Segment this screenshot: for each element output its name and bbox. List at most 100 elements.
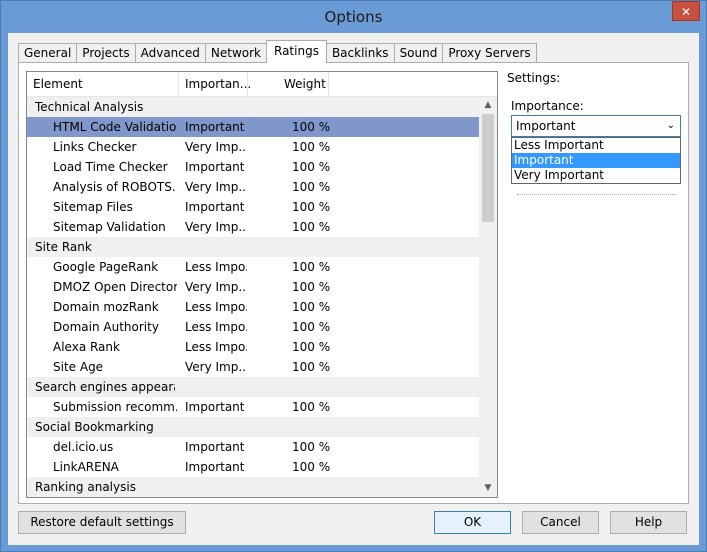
- cell-element: Analysis of ROBOTS....: [53, 180, 177, 194]
- cell-weight: 100 %: [292, 300, 331, 314]
- cell-importance: Less Impo...: [185, 260, 247, 274]
- cell-element: HTML Code Validation: [53, 120, 177, 134]
- cell-weight: 100 %: [292, 140, 331, 154]
- title-bar[interactable]: Options ✕: [1, 1, 706, 33]
- column-header-importance[interactable]: Importan...: [179, 72, 251, 97]
- weight-slider-ticks: [517, 191, 675, 195]
- table-row[interactable]: Sitemap Validation Very Imp... 100 %: [27, 217, 479, 237]
- ratings-table[interactable]: Element Importan... Weight Technical Ana…: [26, 71, 498, 498]
- tab-advanced[interactable]: Advanced: [134, 43, 206, 63]
- table-row[interactable]: del.icio.us Important 100 %: [27, 437, 479, 457]
- table-row[interactable]: Load Time Checker Important 100 %: [27, 157, 479, 177]
- cell-element: Google PageRank: [53, 260, 159, 274]
- table-row[interactable]: Analysis of ROBOTS.... Very Imp... 100 %: [27, 177, 479, 197]
- cell-element: Domain Authority: [53, 320, 159, 334]
- column-header-element[interactable]: Element: [27, 72, 179, 97]
- table-row[interactable]: Domain mozRank Less Impo... 100 %: [27, 297, 479, 317]
- cell-weight: 100 %: [292, 120, 331, 134]
- cell-weight: 100 %: [292, 200, 331, 214]
- tab-strip: General Projects Advanced Network Ratings Bac…: [18, 40, 537, 63]
- cell-element: Technical Analysis: [35, 100, 144, 114]
- table-row[interactable]: Google PageRank Less Impo... 100 %: [27, 257, 479, 277]
- restore-default-settings-button[interactable]: Restore default settings: [18, 511, 186, 534]
- cell-element: Load Time Checker: [53, 160, 168, 174]
- scroll-thumb[interactable]: [482, 114, 494, 222]
- importance-dropdown-list: Less Important Important Very Important: [511, 137, 681, 184]
- help-button[interactable]: Help: [610, 511, 687, 534]
- table-header: Element Importan... Weight: [27, 72, 497, 97]
- cell-weight: 100 %: [292, 340, 331, 354]
- table-row[interactable]: Links Checker Very Imp... 100 %: [27, 137, 479, 157]
- table-row[interactable]: Alexa Rank Less Impo... 100 %: [27, 337, 479, 357]
- scroll-up-icon[interactable]: ▲: [479, 97, 497, 114]
- table-group-row[interactable]: Ranking analysis: [27, 477, 479, 497]
- cell-weight: 100 %: [292, 220, 331, 234]
- table-row[interactable]: HTML Code Validation Important 100 %: [27, 117, 479, 137]
- cell-importance: Important: [185, 160, 245, 174]
- table-row[interactable]: LinkARENA Important 100 %: [27, 457, 479, 477]
- tab-proxy-servers[interactable]: Proxy Servers: [442, 43, 537, 63]
- scroll-down-icon[interactable]: ▼: [479, 480, 497, 497]
- cancel-button[interactable]: Cancel: [522, 511, 599, 534]
- importance-option[interactable]: Very Important: [512, 168, 680, 183]
- cell-importance: Very Imp...: [185, 180, 247, 194]
- cell-importance: Important: [185, 440, 245, 454]
- tab-backlinks[interactable]: Backlinks: [325, 43, 395, 63]
- table-group-row[interactable]: Technical Analysis: [27, 97, 479, 117]
- table-group-row[interactable]: Search engines appeara...: [27, 377, 479, 397]
- cell-weight: 100 %: [292, 320, 331, 334]
- table-group-row[interactable]: Social Bookmarking: [27, 417, 479, 437]
- table-rows: Technical Analysis HTML Code Validation Im…: [27, 97, 479, 497]
- table-row[interactable]: Domain Authority Less Impo... 100 %: [27, 317, 479, 337]
- cell-importance: Less Impo...: [185, 340, 247, 354]
- importance-option[interactable]: Less Important: [512, 138, 680, 153]
- tab-sound[interactable]: Sound: [393, 43, 444, 63]
- cell-element: Links Checker: [53, 140, 137, 154]
- tab-ratings[interactable]: Ratings: [266, 40, 327, 63]
- ok-button[interactable]: OK: [434, 511, 511, 534]
- table-group-row[interactable]: Site Rank: [27, 237, 479, 257]
- cell-element: Domain mozRank: [53, 300, 159, 314]
- vertical-scrollbar[interactable]: ▲ ▼: [479, 97, 497, 497]
- window-title: Options: [324, 8, 383, 26]
- close-icon[interactable]: ✕: [672, 1, 700, 21]
- cell-weight: 100 %: [292, 360, 331, 374]
- cell-element: Sitemap Validation: [53, 220, 166, 234]
- table-row[interactable]: DMOZ Open Directory Very Imp... 100 %: [27, 277, 479, 297]
- cell-weight: 100 %: [292, 160, 331, 174]
- cell-importance: Important: [185, 460, 245, 474]
- cell-weight: 100 %: [292, 180, 331, 194]
- cell-weight: 100 %: [292, 280, 331, 294]
- cell-element: Search engines appeara...: [35, 380, 175, 394]
- cell-importance: Very Imp...: [185, 280, 247, 294]
- cell-weight: 100 %: [292, 460, 331, 474]
- cell-weight: 100 %: [292, 260, 331, 274]
- cell-importance: Less Impo...: [185, 300, 247, 314]
- cell-importance: Very Imp...: [185, 360, 247, 374]
- importance-select[interactable]: Important ⌄: [511, 115, 681, 137]
- options-window: Options ✕ General Projects Advanced Network…: [0, 0, 707, 552]
- cell-element: Site Rank: [35, 240, 92, 254]
- cell-importance: Important: [185, 120, 245, 134]
- tab-projects[interactable]: Projects: [76, 43, 136, 63]
- ratings-panel: Element Importan... Weight Technical Ana…: [18, 62, 689, 504]
- cell-importance: Very Imp...: [185, 140, 247, 154]
- table-row[interactable]: Site Age Very Imp... 100 %: [27, 357, 479, 377]
- cell-element: Social Bookmarking: [35, 420, 154, 434]
- cell-importance: Important: [185, 200, 245, 214]
- tab-general[interactable]: General: [18, 43, 78, 63]
- cell-element: Submission recomm...: [53, 400, 177, 414]
- table-row[interactable]: Sitemap Files Important 100 %: [27, 197, 479, 217]
- dialog-client-area: General Projects Advanced Network Ratings Bac…: [8, 33, 699, 545]
- cell-element: del.icio.us: [53, 440, 114, 454]
- column-header-weight[interactable]: Weight: [248, 72, 329, 97]
- cell-importance: Important: [185, 400, 245, 414]
- importance-option[interactable]: Important: [512, 153, 680, 168]
- tab-network[interactable]: Network: [204, 43, 267, 63]
- chevron-down-icon[interactable]: ⌄: [667, 116, 675, 136]
- table-row[interactable]: Submission recomm... Important 100 %: [27, 397, 479, 417]
- cell-element: Ranking analysis: [35, 480, 136, 494]
- importance-label: Importance:: [511, 99, 584, 113]
- cell-importance: Less Impo...: [185, 320, 247, 334]
- cell-importance: Very Imp...: [185, 220, 247, 234]
